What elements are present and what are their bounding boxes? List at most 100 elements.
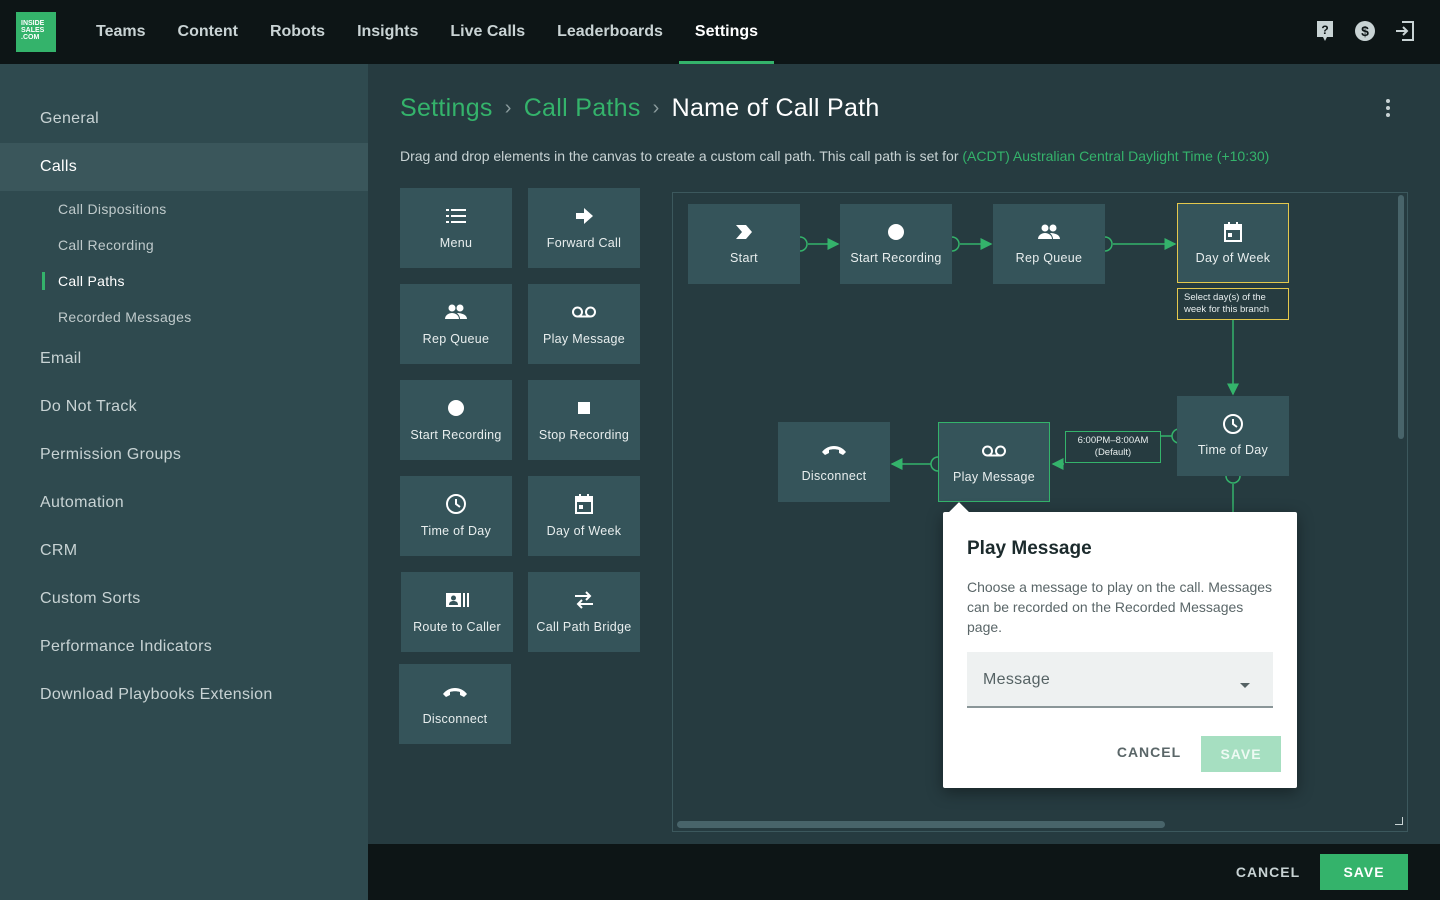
node-rep-queue[interactable]: Rep Queue <box>993 204 1105 284</box>
sidebar-sub-call-recording[interactable]: Call Recording <box>0 227 368 263</box>
palette-time-of-day[interactable]: Time of Day <box>400 476 512 556</box>
sidebar-item-permission-groups[interactable]: Permission Groups <box>0 431 368 479</box>
swap-arrows-icon <box>573 590 595 610</box>
start-chevron-icon <box>735 222 753 242</box>
nav-insights[interactable]: Insights <box>341 0 434 64</box>
sidebar-sub-call-dispositions[interactable]: Call Dispositions <box>0 191 368 227</box>
breadcrumb-call-paths[interactable]: Call Paths <box>524 94 641 123</box>
more-vert-icon[interactable] <box>1378 96 1398 120</box>
node-play-message[interactable]: Play Message <box>938 422 1050 502</box>
list-icon <box>445 206 467 226</box>
node-disconnect[interactable]: Disconnect <box>778 422 890 502</box>
popup-description: Choose a message to play on the call. Me… <box>967 579 1273 635</box>
contact-card-icon <box>445 590 469 610</box>
message-select[interactable]: Message <box>967 652 1273 708</box>
message-select-placeholder: Message <box>983 671 1051 688</box>
canvas-vertical-scrollbar[interactable] <box>1398 195 1404 439</box>
palette-forward-call[interactable]: Forward Call <box>528 188 640 268</box>
popup-save-button[interactable]: SAVE <box>1201 736 1281 772</box>
settings-sidebar: General Calls Call Dispositions Call Rec… <box>0 64 368 900</box>
nav-leaderboards[interactable]: Leaderboards <box>541 0 679 64</box>
default-label: (Default) <box>1094 447 1132 458</box>
palette-rep-queue[interactable]: Rep Queue <box>400 284 512 364</box>
palette-disconnect[interactable]: Disconnect <box>399 664 511 744</box>
calendar-icon <box>1223 222 1243 242</box>
palette-label: Menu <box>439 236 473 250</box>
palette-label: Route to Caller <box>413 620 501 634</box>
clock-icon <box>1222 414 1244 434</box>
sidebar-item-calls[interactable]: Calls <box>0 143 368 191</box>
stop-icon <box>577 398 591 418</box>
caret-down-icon <box>1239 676 1251 694</box>
sidebar-item-email[interactable]: Email <box>0 335 368 383</box>
sidebar-item-general[interactable]: General <box>0 95 368 143</box>
logout-icon[interactable] <box>1394 20 1416 42</box>
sidebar-sub-call-paths[interactable]: Call Paths <box>0 263 368 299</box>
palette-stop-recording[interactable]: Stop Recording <box>528 380 640 460</box>
palette-route-to-caller[interactable]: Route to Caller <box>401 572 513 652</box>
svg-text:?: ? <box>1321 23 1328 37</box>
node-start[interactable]: Start <box>688 204 800 284</box>
breadcrumb-settings[interactable]: Settings <box>400 94 493 123</box>
people-icon <box>1037 222 1061 242</box>
main-nav: Teams Content Robots Insights Live Calls… <box>80 0 775 64</box>
save-button[interactable]: SAVE <box>1320 854 1408 890</box>
breadcrumb: Settings › Call Paths › Name of Call Pat… <box>400 92 880 124</box>
help-icon[interactable]: ? <box>1314 20 1336 42</box>
hang-up-icon <box>442 682 468 702</box>
record-icon <box>887 222 905 242</box>
node-start-recording[interactable]: Start Recording <box>840 204 952 284</box>
node-day-of-week[interactable]: Day of Week <box>1177 203 1289 283</box>
day-of-week-branch-tag[interactable]: Select day(s) of the week for this branc… <box>1177 288 1289 320</box>
palette-label: Rep Queue <box>422 332 490 346</box>
nav-live-calls[interactable]: Live Calls <box>434 0 541 64</box>
logo-line-3: .COM <box>21 34 40 41</box>
call-path-description: Drag and drop elements in the canvas to … <box>400 148 1269 164</box>
dollar-icon[interactable]: $ <box>1354 20 1376 42</box>
page-title: Name of Call Path <box>671 93 880 122</box>
record-icon <box>447 398 465 418</box>
node-time-of-day[interactable]: Time of Day <box>1177 396 1289 476</box>
nav-content[interactable]: Content <box>162 0 254 64</box>
sidebar-item-download-playbooks-extension[interactable]: Download Playbooks Extension <box>0 671 368 719</box>
node-label: Time of Day <box>1197 443 1269 457</box>
sidebar-item-do-not-track[interactable]: Do Not Track <box>0 383 368 431</box>
logo-line-1: INSIDE <box>21 20 45 27</box>
nav-teams[interactable]: Teams <box>80 0 162 64</box>
palette-start-recording[interactable]: Start Recording <box>400 380 512 460</box>
time-branch-tag[interactable]: 6:00PM–8:00AM (Default) <box>1065 431 1161 463</box>
top-icon-group: ? $ <box>1314 20 1416 42</box>
palette-menu[interactable]: Menu <box>400 188 512 268</box>
palette-call-path-bridge[interactable]: Call Path Bridge <box>528 572 640 652</box>
node-label: Disconnect <box>801 469 867 483</box>
node-label: Rep Queue <box>1015 251 1083 265</box>
sidebar-sub-recorded-messages[interactable]: Recorded Messages <box>0 299 368 335</box>
insidesales-logo[interactable]: INSIDE SALES .COM <box>16 12 56 52</box>
palette-label: Time of Day <box>420 524 492 538</box>
palette-label: Disconnect <box>422 712 488 726</box>
top-navigation-bar: INSIDE SALES .COM Teams Content Robots I… <box>0 0 1440 64</box>
nav-settings[interactable]: Settings <box>678 0 775 64</box>
cancel-button[interactable]: CANCEL <box>1226 856 1310 888</box>
palette-play-message[interactable]: Play Message <box>528 284 640 364</box>
node-label: Play Message <box>952 470 1036 484</box>
canvas-horizontal-scrollbar[interactable] <box>677 821 1165 828</box>
chevron-right-icon: › <box>504 96 512 119</box>
palette-label: Forward Call <box>546 236 622 250</box>
timezone-link[interactable]: (ACDT) Australian Central Daylight Time … <box>962 148 1269 164</box>
logo-line-2: SALES <box>21 27 45 34</box>
voicemail-icon <box>981 441 1007 461</box>
sidebar-item-custom-sorts[interactable]: Custom Sorts <box>0 575 368 623</box>
calendar-icon <box>574 494 594 514</box>
nav-robots[interactable]: Robots <box>254 0 341 64</box>
svg-text:$: $ <box>1361 23 1369 39</box>
popup-cancel-button[interactable]: CANCEL <box>1109 736 1189 768</box>
palette-label: Start Recording <box>410 428 502 442</box>
sidebar-item-performance-indicators[interactable]: Performance Indicators <box>0 623 368 671</box>
clock-icon <box>445 494 467 514</box>
chevron-right-icon: › <box>652 96 660 119</box>
sidebar-item-crm[interactable]: CRM <box>0 527 368 575</box>
palette-day-of-week[interactable]: Day of Week <box>528 476 640 556</box>
sidebar-item-automation[interactable]: Automation <box>0 479 368 527</box>
resize-handle-icon[interactable] <box>1395 817 1403 825</box>
